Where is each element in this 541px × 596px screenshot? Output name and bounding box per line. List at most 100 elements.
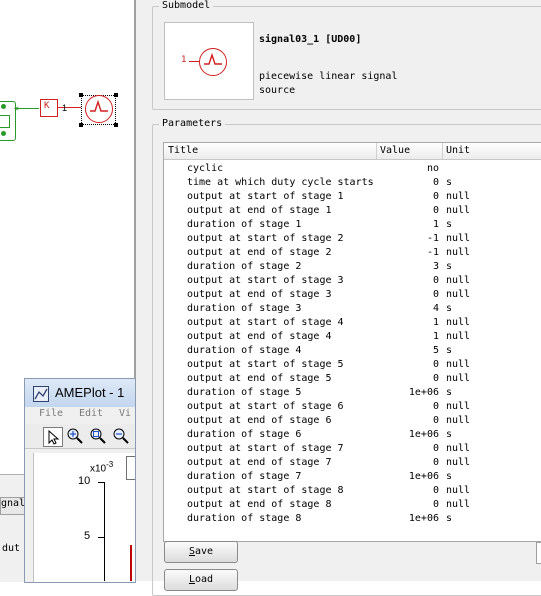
table-row[interactable]: output at start of stage 5 0 null: [164, 358, 541, 372]
y-tick-5: 5: [84, 530, 91, 542]
zoom-icon[interactable]: [66, 427, 84, 445]
table-row[interactable]: output at end of stage 3 0 null: [164, 288, 541, 302]
param-title: output at start of stage 7: [187, 443, 344, 454]
param-value[interactable]: -1: [378, 247, 439, 258]
param-value[interactable]: 0: [378, 415, 439, 426]
param-unit: s: [446, 345, 453, 356]
background-tab[interactable]: gnal0: [0, 497, 26, 515]
right-edge-control[interactable]: [536, 542, 541, 564]
param-value[interactable]: 5: [378, 345, 439, 356]
param-title: output at start of stage 4: [187, 317, 344, 328]
table-row[interactable]: output at start of stage 3 0 null: [164, 274, 541, 288]
port-dot: [1, 104, 6, 109]
table-row[interactable]: output at end of stage 7 0 null: [164, 456, 541, 470]
param-value[interactable]: 0: [378, 275, 439, 286]
table-row[interactable]: time at which duty cycle starts 0 s: [164, 176, 541, 190]
table-row[interactable]: duration of stage 5 1e+06 s: [164, 386, 541, 400]
save-button[interactable]: Save: [164, 541, 238, 563]
param-value[interactable]: 1: [378, 219, 439, 230]
submodel-name: signal03_1 [UD00]: [259, 34, 362, 45]
table-row[interactable]: output at end of stage 1 0 null: [164, 204, 541, 218]
table-row[interactable]: duration of stage 1 1s: [164, 218, 541, 232]
param-title: output at end of stage 3: [187, 289, 332, 300]
table-row[interactable]: duration of stage 4 5s: [164, 344, 541, 358]
menu-view[interactable]: Vi: [119, 408, 131, 419]
resize-handle[interactable]: [114, 123, 118, 127]
display-screen: [0, 115, 10, 128]
zoom-out-icon[interactable]: [112, 427, 130, 445]
parameters-table[interactable]: Title Value Unit cyclic no time at which d…: [163, 142, 541, 542]
table-row[interactable]: output at end of stage 2 -1 null: [164, 246, 541, 260]
table-row[interactable]: output at start of stage 1 0 null: [164, 190, 541, 204]
param-value[interactable]: 1e+06: [378, 429, 439, 440]
signal-source-icon[interactable]: [85, 95, 113, 123]
column-divider[interactable]: [442, 143, 443, 159]
param-unit: s: [446, 513, 453, 524]
param-value[interactable]: 0: [378, 485, 439, 496]
table-row[interactable]: output at start of stage 7 0 null: [164, 442, 541, 456]
gain-block-icon[interactable]: K: [40, 99, 58, 117]
param-value[interactable]: 1e+06: [378, 387, 439, 398]
zoom-fit-icon[interactable]: [89, 427, 107, 445]
column-divider[interactable]: [376, 143, 377, 159]
y-tick-10: 10: [78, 475, 91, 487]
column-header-value[interactable]: Value: [380, 145, 410, 156]
table-row[interactable]: duration of stage 8 1e+06 s: [164, 512, 541, 526]
table-row[interactable]: duration of stage 2 3s: [164, 260, 541, 274]
param-unit: null: [446, 415, 471, 426]
param-title: duration of stage 7: [187, 471, 302, 482]
param-value[interactable]: 0: [378, 401, 439, 412]
param-title: output at start of stage 2: [187, 233, 344, 244]
background-window[interactable]: gnal0 dut: [0, 474, 26, 582]
table-row[interactable]: output at end of stage 8 0 null: [164, 498, 541, 512]
param-value[interactable]: 3: [378, 261, 439, 272]
param-value[interactable]: -1: [378, 233, 439, 244]
param-value[interactable]: 0: [378, 289, 439, 300]
param-unit: null: [446, 233, 471, 244]
window-titlebar[interactable]: AMEPlot - 1: [25, 379, 135, 407]
param-value[interactable]: 0: [378, 373, 439, 384]
select-arrow-icon[interactable]: [43, 427, 63, 447]
table-row[interactable]: output at start of stage 2 -1 null: [164, 232, 541, 246]
table-row[interactable]: cyclic no: [164, 162, 541, 176]
param-value[interactable]: 1e+06: [378, 513, 439, 524]
param-value[interactable]: 1: [378, 317, 439, 328]
param-value[interactable]: 0: [378, 359, 439, 370]
table-row[interactable]: output at end of stage 6 0 null: [164, 414, 541, 428]
plot-area[interactable]: [33, 453, 135, 582]
param-value[interactable]: 0: [378, 499, 439, 510]
param-value[interactable]: 1: [378, 331, 439, 342]
param-title: duration of stage 2: [187, 261, 302, 272]
red-connection-line[interactable]: [57, 107, 81, 108]
table-row[interactable]: duration of stage 3 4s: [164, 302, 541, 316]
param-title: output at end of stage 7: [187, 457, 332, 468]
param-title: output at start of stage 5: [187, 359, 344, 370]
load-button[interactable]: Load: [164, 569, 238, 591]
column-header-title[interactable]: Title: [168, 145, 198, 156]
param-value[interactable]: no: [378, 163, 439, 174]
table-row[interactable]: output at start of stage 6 0 null: [164, 400, 541, 414]
resize-handle[interactable]: [79, 93, 83, 97]
param-value[interactable]: 0: [378, 177, 439, 188]
param-value[interactable]: 0: [378, 443, 439, 454]
resize-handle[interactable]: [79, 123, 83, 127]
table-row[interactable]: output at start of stage 8 0 null: [164, 484, 541, 498]
param-unit: null: [446, 373, 471, 384]
param-value[interactable]: 0: [378, 191, 439, 202]
param-value[interactable]: 1e+06: [378, 471, 439, 482]
resize-handle[interactable]: [114, 93, 118, 97]
column-header-unit[interactable]: Unit: [446, 145, 470, 156]
table-row[interactable]: output at start of stage 4 1 null: [164, 316, 541, 330]
param-value[interactable]: 0: [378, 205, 439, 216]
submodel-description: piecewise linear signal source: [259, 71, 398, 96]
table-row[interactable]: duration of stage 6 1e+06 s: [164, 428, 541, 442]
param-unit: null: [446, 205, 471, 216]
param-value[interactable]: 4: [378, 303, 439, 314]
table-row[interactable]: output at end of stage 4 1 null: [164, 330, 541, 344]
param-value[interactable]: 0: [378, 457, 439, 468]
table-row[interactable]: duration of stage 7 1e+06 s: [164, 470, 541, 484]
menu-file[interactable]: File: [39, 408, 63, 419]
menu-edit[interactable]: Edit: [79, 408, 103, 419]
param-title: output at start of stage 3: [187, 275, 344, 286]
table-row[interactable]: output at end of stage 5 0 null: [164, 372, 541, 386]
